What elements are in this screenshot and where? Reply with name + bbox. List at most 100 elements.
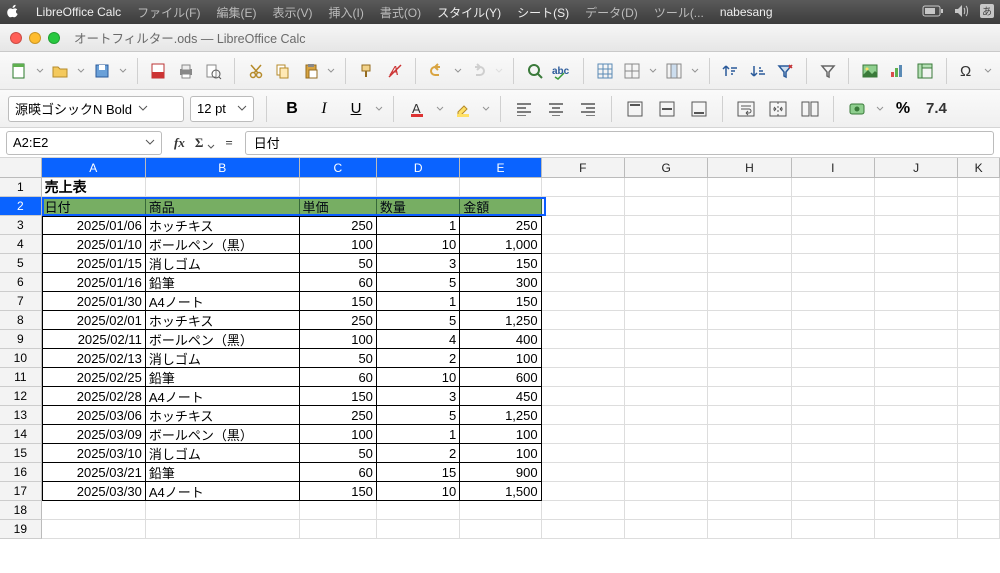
italic-button[interactable]: I xyxy=(311,96,337,122)
cell[interactable] xyxy=(875,482,958,501)
cell[interactable] xyxy=(625,311,708,330)
cell[interactable] xyxy=(875,387,958,406)
cell[interactable]: 100 xyxy=(460,425,541,444)
cell[interactable] xyxy=(958,406,1000,425)
merge-cells-button[interactable] xyxy=(765,96,791,122)
cell[interactable]: 100 xyxy=(300,425,377,444)
cell[interactable] xyxy=(875,273,958,292)
menu-tools[interactable]: ツール(... xyxy=(648,2,710,23)
col-header-F[interactable]: F xyxy=(542,158,625,177)
cell[interactable] xyxy=(625,254,708,273)
col-ops-dropdown[interactable] xyxy=(691,58,699,84)
cell[interactable] xyxy=(792,178,875,197)
menu-file[interactable]: ファイル(F) xyxy=(131,2,206,23)
wrap-text-button[interactable] xyxy=(733,96,759,122)
cell[interactable]: 2025/01/10 xyxy=(42,235,146,254)
cell[interactable]: 400 xyxy=(460,330,541,349)
col-header-I[interactable]: I xyxy=(792,158,875,177)
cell[interactable]: 900 xyxy=(460,463,541,482)
print-button[interactable] xyxy=(175,58,197,84)
cell[interactable]: 5 xyxy=(377,273,460,292)
export-pdf-button[interactable] xyxy=(147,58,169,84)
cell[interactable] xyxy=(792,197,875,216)
cell[interactable] xyxy=(875,425,958,444)
cell[interactable]: 60 xyxy=(300,368,377,387)
pivot-button[interactable] xyxy=(914,58,936,84)
save-dropdown[interactable] xyxy=(119,58,127,84)
row-header[interactable]: 4 xyxy=(0,235,42,254)
cell[interactable] xyxy=(875,330,958,349)
cell[interactable] xyxy=(542,406,625,425)
menu-view[interactable]: 表示(V) xyxy=(266,2,318,23)
cell[interactable] xyxy=(542,368,625,387)
cell[interactable] xyxy=(625,292,708,311)
app-name[interactable]: LibreOffice Calc xyxy=(30,3,127,21)
cell[interactable] xyxy=(542,178,625,197)
cell[interactable]: 100 xyxy=(300,330,377,349)
cell[interactable] xyxy=(377,520,460,539)
cell[interactable]: 商品 xyxy=(146,197,300,216)
new-doc-dropdown[interactable] xyxy=(36,58,44,84)
row-header[interactable]: 6 xyxy=(0,273,42,292)
cell[interactable]: 2025/02/28 xyxy=(42,387,146,406)
cell[interactable] xyxy=(625,406,708,425)
cell[interactable]: 売上表 xyxy=(42,178,146,197)
equals-button[interactable]: = xyxy=(225,135,232,151)
cell[interactable] xyxy=(958,368,1000,387)
cell[interactable] xyxy=(958,197,1000,216)
align-right-button[interactable] xyxy=(575,96,601,122)
cell[interactable] xyxy=(542,216,625,235)
menu-edit[interactable]: 編集(E) xyxy=(210,2,262,23)
row-header[interactable]: 15 xyxy=(0,444,42,463)
cell[interactable]: 250 xyxy=(460,216,541,235)
cell[interactable] xyxy=(958,349,1000,368)
print-preview-button[interactable] xyxy=(202,58,224,84)
cell[interactable] xyxy=(708,406,791,425)
cell[interactable]: 1,250 xyxy=(460,311,541,330)
window-zoom[interactable] xyxy=(48,32,60,44)
row-header[interactable]: 18 xyxy=(0,501,42,520)
open-button[interactable] xyxy=(50,58,72,84)
paste-dropdown[interactable] xyxy=(327,58,335,84)
cell[interactable]: 単価 xyxy=(300,197,377,216)
find-button[interactable] xyxy=(524,58,546,84)
cell[interactable] xyxy=(542,330,625,349)
cell[interactable] xyxy=(708,520,791,539)
cell[interactable]: 鉛筆 xyxy=(146,273,300,292)
cell[interactable] xyxy=(708,482,791,501)
sort-asc-button[interactable] xyxy=(719,58,741,84)
cell[interactable] xyxy=(875,216,958,235)
col-header-K[interactable]: K xyxy=(958,158,1000,177)
open-dropdown[interactable] xyxy=(77,58,85,84)
cell[interactable] xyxy=(958,444,1000,463)
align-center-button[interactable] xyxy=(543,96,569,122)
row-header[interactable]: 2 xyxy=(0,197,42,216)
cell[interactable] xyxy=(708,330,791,349)
cell[interactable]: 鉛筆 xyxy=(146,368,300,387)
cell[interactable]: 1 xyxy=(377,425,460,444)
row-header[interactable]: 1 xyxy=(0,178,42,197)
cell[interactable] xyxy=(875,444,958,463)
cell[interactable] xyxy=(875,501,958,520)
cell[interactable] xyxy=(625,273,708,292)
cell[interactable] xyxy=(958,292,1000,311)
cell[interactable] xyxy=(875,292,958,311)
cell[interactable] xyxy=(542,273,625,292)
percent-button[interactable]: % xyxy=(890,96,916,122)
cell[interactable] xyxy=(42,520,146,539)
cell[interactable] xyxy=(958,425,1000,444)
cell[interactable] xyxy=(625,387,708,406)
menu-user[interactable]: nabesang xyxy=(714,3,779,21)
row-header[interactable]: 5 xyxy=(0,254,42,273)
undo-dropdown[interactable] xyxy=(454,58,462,84)
cell[interactable] xyxy=(146,520,300,539)
cell[interactable] xyxy=(300,178,377,197)
cell[interactable] xyxy=(300,520,377,539)
cell[interactable]: 2025/02/01 xyxy=(42,311,146,330)
cell[interactable]: 50 xyxy=(300,254,377,273)
cell[interactable]: 600 xyxy=(460,368,541,387)
cell[interactable]: 100 xyxy=(300,235,377,254)
font-name-combo[interactable]: 源暎ゴシックN Bold xyxy=(8,96,184,122)
cell[interactable] xyxy=(792,330,875,349)
cell[interactable]: ボールペン（黒） xyxy=(146,235,300,254)
